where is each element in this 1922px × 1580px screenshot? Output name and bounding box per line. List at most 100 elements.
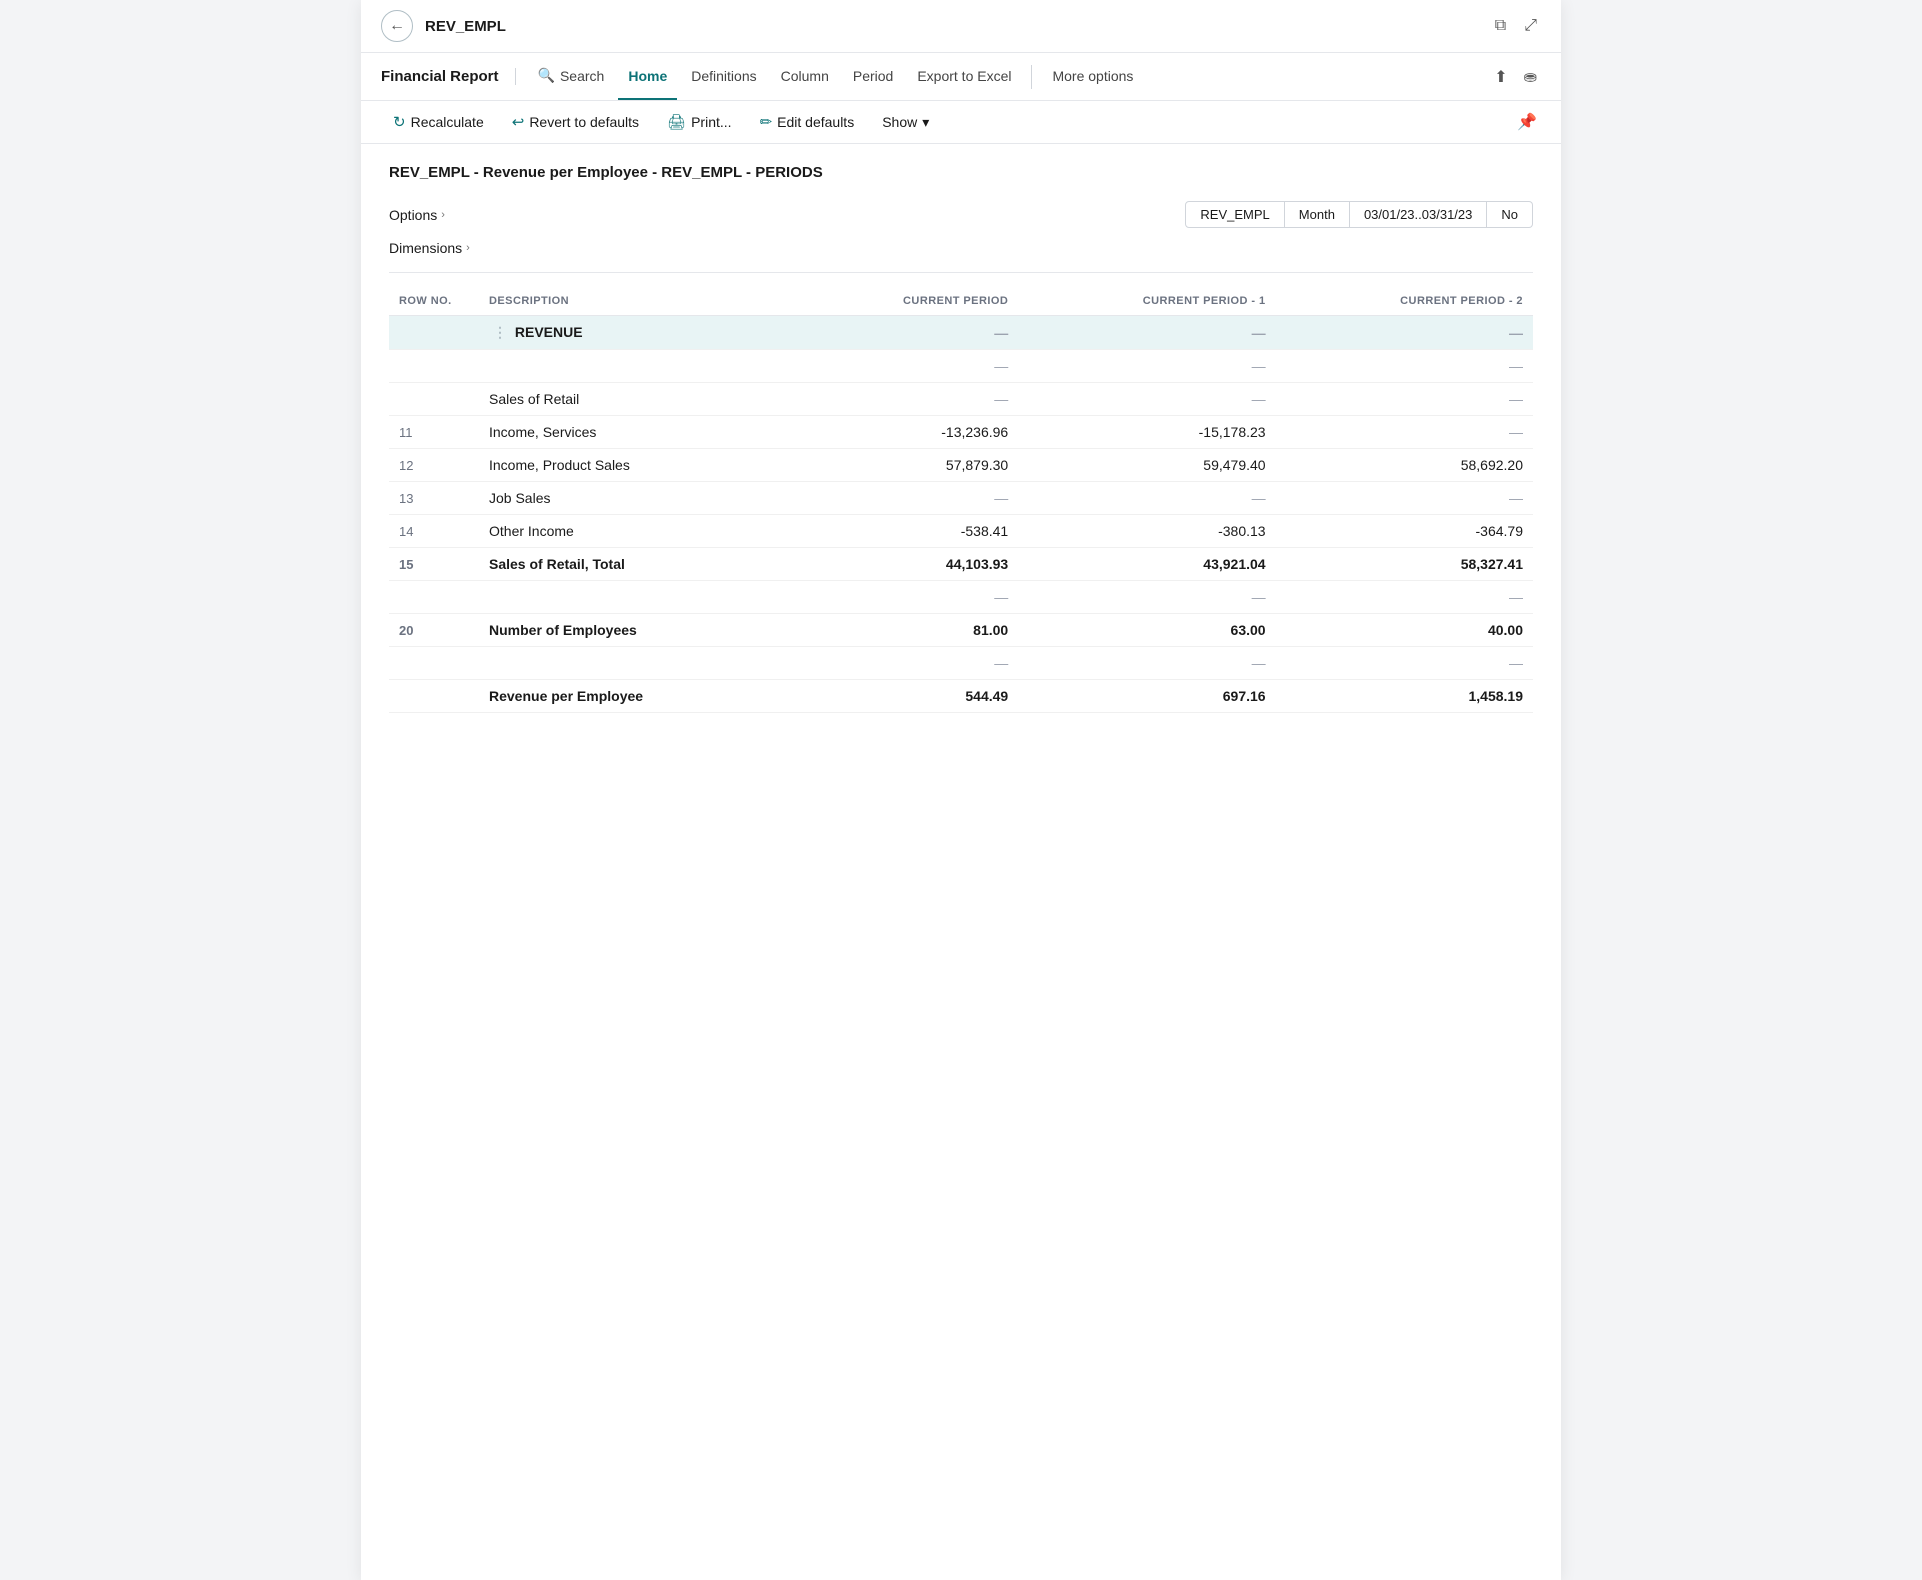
cell-current-period-1: -15,178.23 [1018, 416, 1275, 449]
cell-description: Income, Product Sales [479, 449, 793, 482]
options-text: Options [389, 207, 437, 223]
options-row: Options › REV_EMPL Month 03/01/23..03/31… [389, 201, 1533, 228]
cell-row-no [389, 316, 479, 350]
cell-current-period: — [793, 316, 1019, 350]
dimensions-label[interactable]: Dimensions › [389, 240, 1533, 256]
cell-current-period-2: — [1276, 350, 1533, 383]
table-row: 15Sales of Retail, Total44,103.9343,921.… [389, 548, 1533, 581]
recalculate-label: Recalculate [411, 114, 484, 130]
report-table: Row No. Description CURRENT PERIOD CURRE… [389, 289, 1533, 713]
table-row: ——— [389, 350, 1533, 383]
pin-button[interactable]: 📌 [1513, 108, 1541, 136]
chip-month[interactable]: Month [1285, 201, 1350, 228]
recalculate-button[interactable]: ↻ Recalculate [381, 107, 496, 137]
back-icon: ← [389, 17, 405, 35]
cell-current-period: 544.49 [793, 680, 1019, 713]
options-chips: REV_EMPL Month 03/01/23..03/31/23 No [1185, 201, 1533, 228]
table-row: 14Other Income-538.41-380.13-364.79 [389, 515, 1533, 548]
edit-defaults-label: Edit defaults [777, 114, 854, 130]
nav-item-more[interactable]: More options [1042, 54, 1143, 100]
dash-value: — [1509, 589, 1523, 605]
nav-item-search[interactable]: 🔍 Search [528, 53, 615, 100]
drag-handle-icon[interactable]: ⋮ [489, 324, 511, 340]
chip-date-range[interactable]: 03/01/23..03/31/23 [1350, 201, 1487, 228]
cell-current-period-2: 1,458.19 [1276, 680, 1533, 713]
report-title: REV_EMPL - Revenue per Employee - REV_EM… [389, 164, 1533, 181]
revert-button[interactable]: ↩ Revert to defaults [500, 107, 651, 137]
dash-value: — [1252, 325, 1266, 341]
recalculate-icon: ↻ [393, 113, 406, 131]
col-header-current-period: CURRENT PERIOD [793, 289, 1019, 316]
chip-no[interactable]: No [1487, 201, 1533, 228]
table-row: 13Job Sales——— [389, 482, 1533, 515]
cell-row-no: 11 [389, 416, 479, 449]
print-icon: 🖨 [667, 113, 686, 131]
cell-current-period-1: 59,479.40 [1018, 449, 1275, 482]
dash-value: — [994, 391, 1008, 407]
table-row: 11Income, Services-13,236.96-15,178.23— [389, 416, 1533, 449]
table-row: Sales of Retail——— [389, 383, 1533, 416]
cell-current-period: — [793, 350, 1019, 383]
nav-financial-report-label: Financial Report [381, 68, 516, 85]
filter-icon: ⛂ [1524, 69, 1537, 86]
cell-description [479, 350, 793, 383]
dash-value: — [1252, 391, 1266, 407]
cell-current-period-2: — [1276, 581, 1533, 614]
nav-item-export[interactable]: Export to Excel [907, 54, 1021, 100]
back-button[interactable]: ← [381, 10, 413, 42]
cell-current-period-2: — [1276, 647, 1533, 680]
cell-current-period: 44,103.93 [793, 548, 1019, 581]
nav-separator [1031, 65, 1032, 89]
cell-current-period: — [793, 383, 1019, 416]
nav-item-home[interactable]: Home [618, 54, 677, 100]
revert-icon: ↩ [512, 113, 525, 131]
cell-description: Income, Services [479, 416, 793, 449]
options-label[interactable]: Options › [389, 207, 445, 223]
dimensions-chevron-icon: › [466, 242, 470, 254]
maximize-icon: ⤢ [1524, 17, 1537, 34]
cell-description: Other Income [479, 515, 793, 548]
cell-current-period: 81.00 [793, 614, 1019, 647]
nav-item-column[interactable]: Column [771, 54, 839, 100]
section-divider [389, 272, 1533, 273]
cell-row-no: 14 [389, 515, 479, 548]
show-button[interactable]: Show ▾ [870, 108, 941, 137]
nav-export-label: Export to Excel [917, 68, 1011, 84]
chip-rev-empl[interactable]: REV_EMPL [1185, 201, 1284, 228]
col-header-description: Description [479, 289, 793, 316]
cell-description: Job Sales [479, 482, 793, 515]
cell-row-no [389, 647, 479, 680]
cell-row-no [389, 350, 479, 383]
cell-current-period: 57,879.30 [793, 449, 1019, 482]
table-row: ——— [389, 647, 1533, 680]
cell-row-no: 20 [389, 614, 479, 647]
dash-value: — [1509, 325, 1523, 341]
nav-item-period[interactable]: Period [843, 54, 903, 100]
col-header-current-period-2: CURRENT PERIOD - 2 [1276, 289, 1533, 316]
nav-column-label: Column [781, 68, 829, 84]
action-right: 📌 [1513, 108, 1541, 136]
cell-current-period: -538.41 [793, 515, 1019, 548]
nav-item-definitions[interactable]: Definitions [681, 54, 766, 100]
open-external-button[interactable]: ⧉ [1491, 13, 1510, 39]
cell-current-period-1: — [1018, 350, 1275, 383]
action-bar: ↻ Recalculate ↩ Revert to defaults 🖨 Pri… [361, 101, 1561, 144]
show-label: Show [882, 114, 917, 130]
nav-share-button[interactable]: ⬆ [1490, 63, 1511, 91]
cell-description: Sales of Retail [479, 383, 793, 416]
cell-row-no: 12 [389, 449, 479, 482]
dash-value: — [1509, 655, 1523, 671]
cell-current-period-2: — [1276, 416, 1533, 449]
export-window-icon: ⧉ [1495, 17, 1506, 34]
cell-description: Revenue per Employee [479, 680, 793, 713]
nav-filter-button[interactable]: ⛂ [1520, 63, 1541, 91]
dash-value: — [1252, 589, 1266, 605]
cell-current-period-1: 697.16 [1018, 680, 1275, 713]
nav-definitions-label: Definitions [691, 68, 756, 84]
cell-description [479, 647, 793, 680]
options-chevron-icon: › [441, 209, 445, 221]
edit-defaults-button[interactable]: ✏ Edit defaults [748, 107, 867, 137]
print-button[interactable]: 🖨 Print... [655, 107, 744, 137]
table-row: 12Income, Product Sales57,879.3059,479.4… [389, 449, 1533, 482]
maximize-button[interactable]: ⤢ [1520, 13, 1541, 39]
